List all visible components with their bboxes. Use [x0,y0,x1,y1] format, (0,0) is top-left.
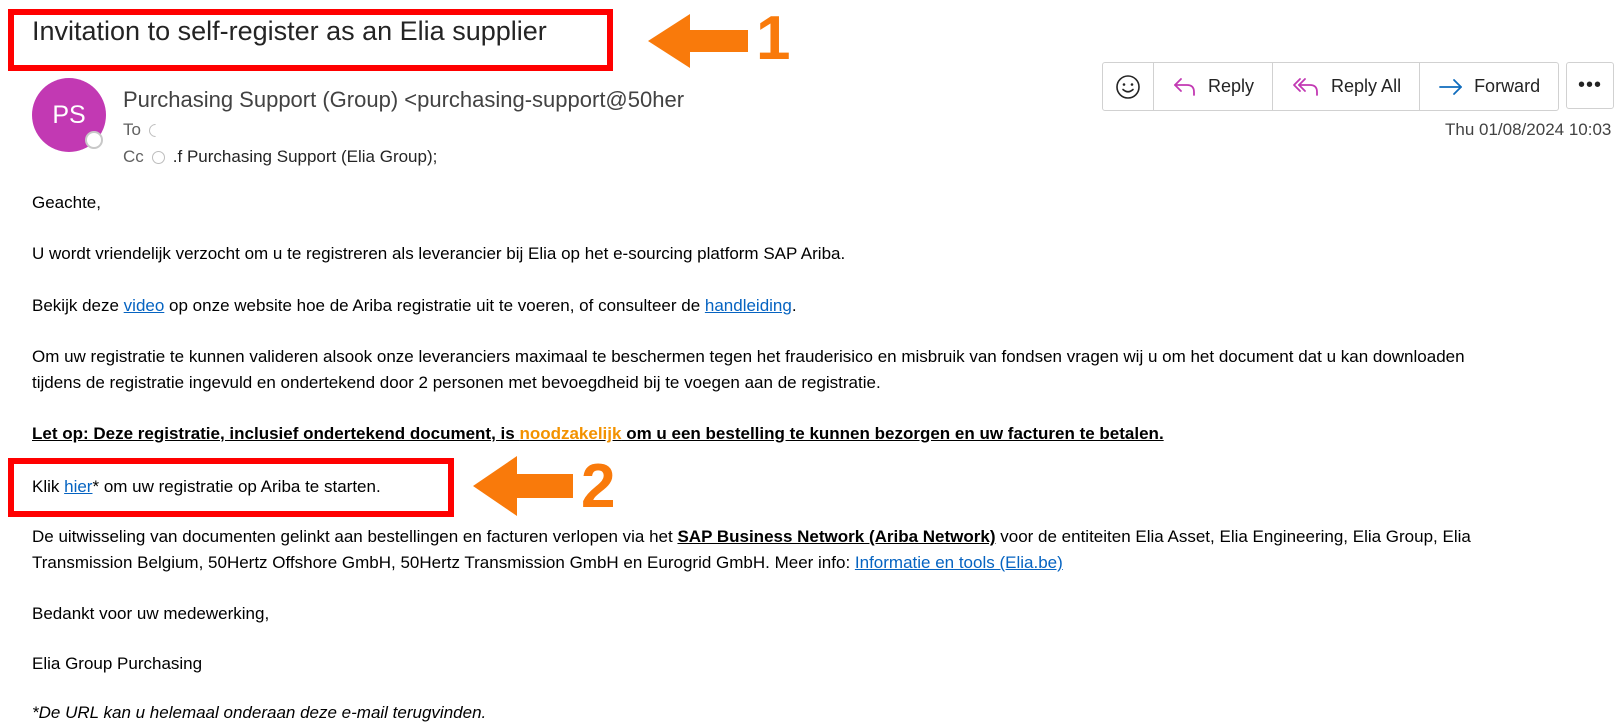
callout-arrow-2-icon [473,456,573,516]
smiley-icon [1116,74,1140,99]
email-reading-pane: Invitation to self-register as an Elia s… [0,0,1616,726]
footnote: *De URL kan u helemaal onderaan deze e-m… [32,703,487,722]
greeting: Geachte, [32,193,101,212]
callout-number-1: 1 [756,4,791,73]
paragraph-text: Bekijk deze [32,296,124,315]
paragraph-text: De uitwisseling van documenten gelinkt a… [32,527,678,546]
callout-box-1 [8,9,613,71]
message-actions-toolbar: Reply Reply All Forward [1102,62,1560,111]
reply-all-arrow-icon [1293,77,1318,96]
recipient-presence-icon [151,150,165,164]
closing-thanks: Bedankt voor uw medewerking, [32,604,270,623]
recipient-presence-icon [146,120,165,140]
reply-all-label: Reply All [1331,76,1402,96]
warning-emphasis: noodzakelijk [519,424,622,443]
cc-line: Cc .f Purchasing Support (Elia Group); [123,147,437,167]
forward-button[interactable]: Forward [1420,63,1558,110]
forward-label: Forward [1474,76,1541,96]
paragraph-network-line-2: Transmission Belgium, 50Hertz Offshore G… [32,550,1063,576]
sender-name[interactable]: Purchasing Support (Group) <purchasing-s… [123,87,684,113]
reply-arrow-icon [1174,77,1195,96]
video-link[interactable]: video [124,296,165,315]
warning-notice: Let op: Deze registratie, inclusief onde… [32,421,1164,447]
cc-label: Cc [123,147,144,166]
reply-label: Reply [1208,76,1255,96]
presence-status-icon [85,131,103,149]
paragraph-text: Transmission Belgium, 50Hertz Offshore G… [32,553,855,572]
paragraph-text: . [791,296,797,315]
signature: Elia Group Purchasing [32,654,203,673]
paragraph-text: op onze website hoe de Ariba registratie… [164,296,705,315]
warning-text: om u een bestelling te kunnen bezorgen e… [621,424,1164,443]
cc-recipient[interactable]: .f Purchasing Support (Elia Group); [173,147,438,167]
paragraph-network-line-1: De uitwisseling van documenten gelinkt a… [32,524,1471,550]
to-line: To [123,120,165,140]
paragraph-validation-line-2: tijdens de registratie ingevuld en onder… [32,373,881,392]
reply-button[interactable]: Reply [1154,63,1274,110]
callout-arrow-1-icon [648,14,748,68]
register-instruction: Klik hier* om uw registratie op Ariba te… [32,474,381,500]
register-here-link[interactable]: hier [64,477,92,496]
callout-number-2: 2 [581,452,616,521]
instruction-text: * om uw registratie op Ariba te starten. [92,477,381,496]
email-date: Thu 01/08/2024 10:03 [1445,120,1612,139]
paragraph-text: voor de entiteiten Elia Asset, Elia Engi… [995,527,1471,546]
info-tools-link[interactable]: Informatie en tools (Elia.be) [855,553,1063,572]
more-icon: ••• [1577,74,1602,96]
reply-all-button[interactable]: Reply All [1273,63,1421,110]
paragraph-validation-line-1: Om uw registratie te kunnen valideren al… [32,347,1465,366]
to-label: To [123,120,141,139]
handleiding-link[interactable]: handleiding [705,296,792,315]
more-actions-button[interactable]: ••• [1566,62,1614,109]
forward-arrow-icon [1439,78,1462,95]
warning-text: Let op: Deze registratie, inclusief onde… [32,424,520,443]
network-name: SAP Business Network (Ariba Network) [677,527,996,546]
instruction-text: Klik [32,477,65,496]
paragraph-video: Bekijk deze video op onze website hoe de… [32,293,797,319]
react-button[interactable] [1103,63,1154,110]
paragraph-intro: U wordt vriendelijk verzocht om u te reg… [32,244,846,263]
